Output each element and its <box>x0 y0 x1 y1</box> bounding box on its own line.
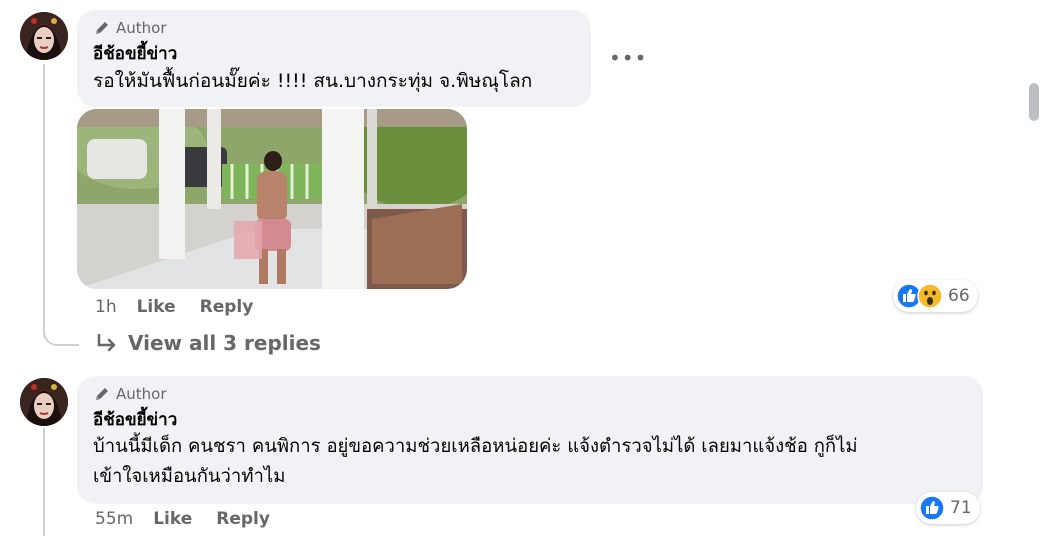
avatar-image <box>20 12 68 60</box>
author-badge: Author <box>93 18 577 38</box>
pencil-icon <box>96 388 108 400</box>
reaction-summary[interactable]: 71 <box>916 492 980 524</box>
wow-icon <box>917 283 943 309</box>
author-badge-label: Author <box>116 19 167 37</box>
scrollbar-thumb[interactable] <box>1029 83 1039 121</box>
avatar[interactable] <box>20 378 68 426</box>
reply-arrow-icon <box>97 334 116 352</box>
thread-line <box>43 64 45 330</box>
comment-text-line: บ้านนี้มีเด็ก คนชรา คนพิการ อยู่ขอความช่… <box>93 436 858 457</box>
author-badge-label: Author <box>116 385 167 403</box>
view-replies-label: View all 3 replies <box>128 331 321 355</box>
reply-button[interactable]: Reply <box>200 297 254 317</box>
avatar-image <box>20 378 68 426</box>
like-button[interactable]: Like <box>137 297 176 317</box>
reaction-summary[interactable]: 66 <box>893 280 978 312</box>
reaction-count: 71 <box>950 498 972 518</box>
avatar[interactable] <box>20 12 68 60</box>
author-badge: Author <box>93 384 969 404</box>
commenter-name[interactable]: อีช้อขยี้ข่าว <box>93 408 969 432</box>
comment-timestamp[interactable]: 55m <box>95 509 133 529</box>
comment-bubble: Author อีช้อขยี้ข่าว รอให้มันฟื้นก่อนมั๊… <box>77 10 591 107</box>
more-options-icon[interactable]: ••• <box>609 48 647 68</box>
comment-timestamp[interactable]: 1h <box>95 297 117 317</box>
thread-line <box>43 428 45 536</box>
reaction-count: 66 <box>948 286 970 306</box>
comment-actions: 55m Like Reply <box>95 509 294 529</box>
comment-actions: 1h Like Reply <box>95 297 277 317</box>
like-button[interactable]: Like <box>153 509 192 529</box>
photo-image <box>77 109 467 289</box>
pencil-icon <box>96 22 108 34</box>
comment-text-line: เข้าใจเหมือนกันว่าทำไม <box>93 466 286 487</box>
comment-photo[interactable] <box>77 109 467 289</box>
like-icon <box>919 495 945 521</box>
view-replies-link[interactable]: View all 3 replies <box>96 331 321 355</box>
reply-button[interactable]: Reply <box>216 509 270 529</box>
thread-line-curve <box>43 328 79 346</box>
comment-text: รอให้มันฟื้นก่อนมั๊ยค่ะ !!!! สน.บางกระทุ… <box>93 70 533 92</box>
comment-bubble: Author อีช้อขยี้ข่าว บ้านนี้มีเด็ก คนชรา… <box>77 376 983 504</box>
commenter-name[interactable]: อีช้อขยี้ข่าว <box>93 42 577 66</box>
